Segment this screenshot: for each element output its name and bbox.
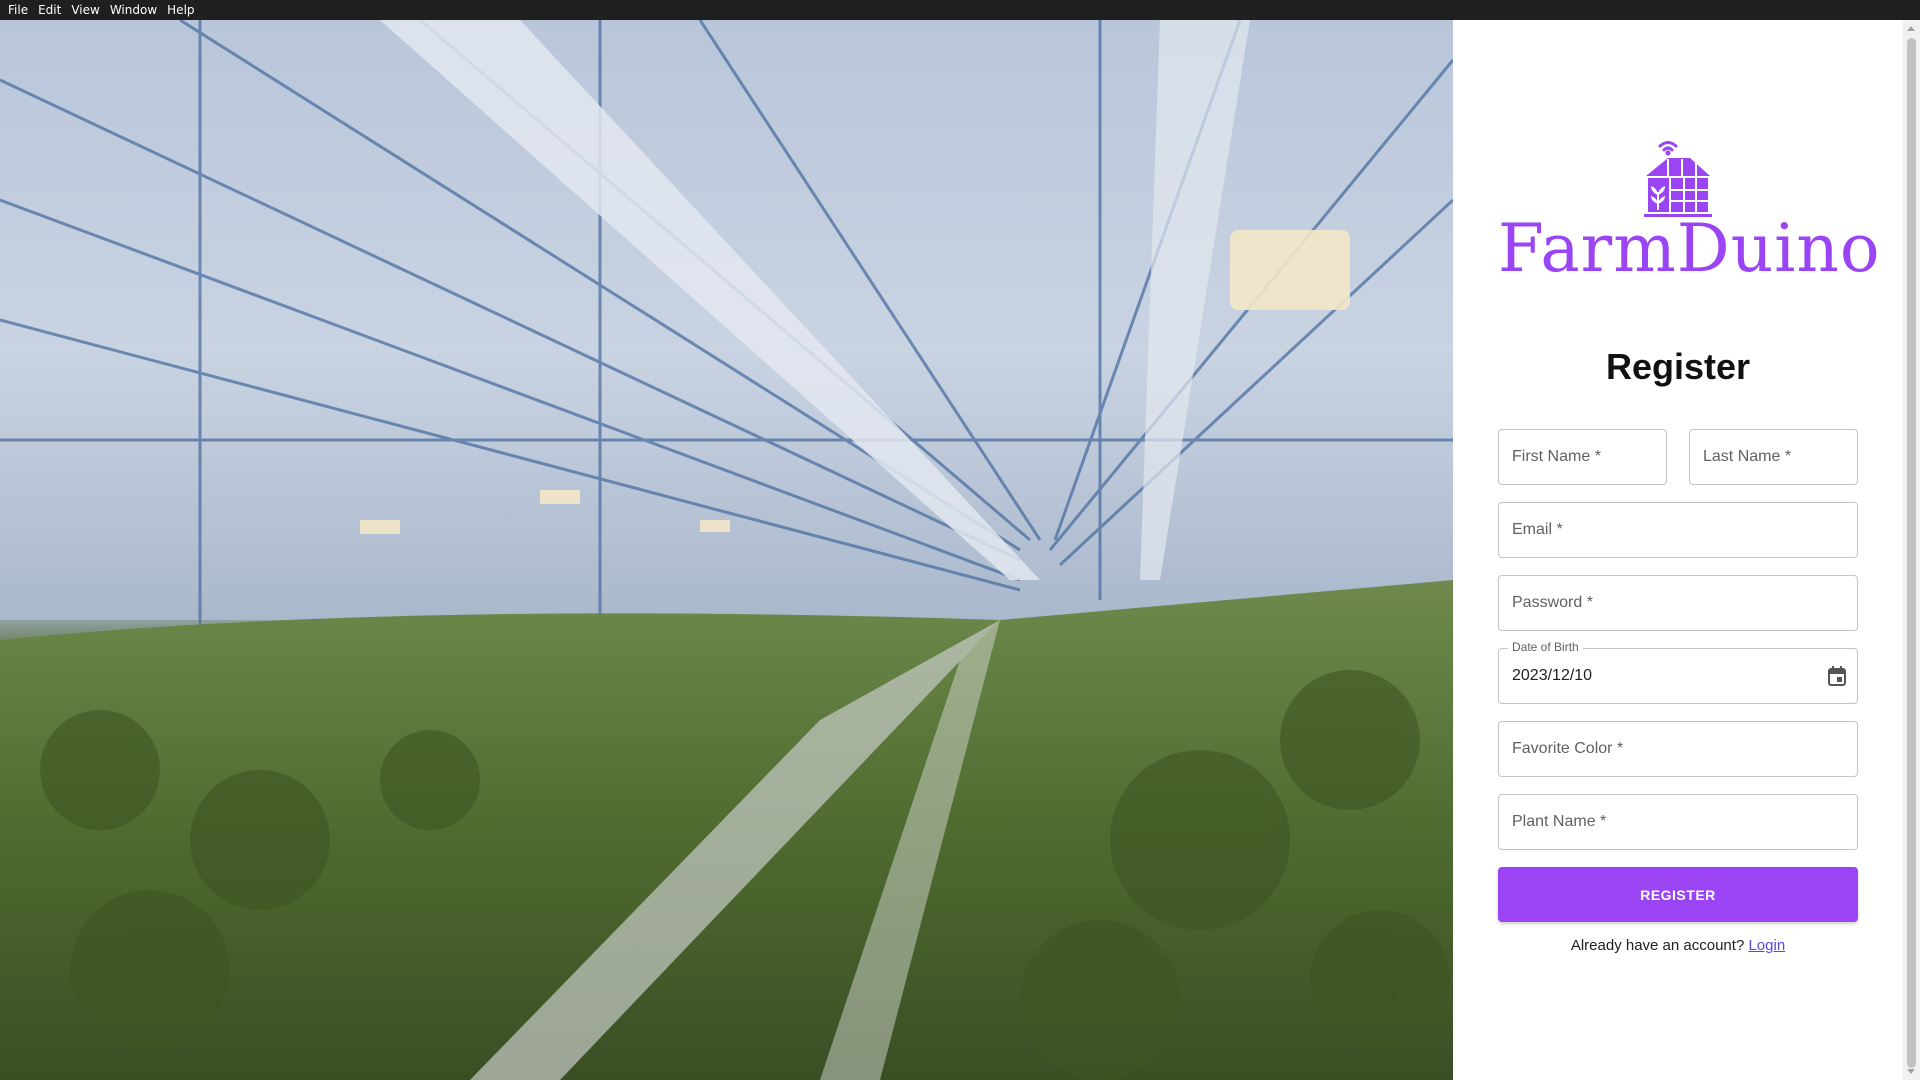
scroll-down-arrow-icon[interactable]: [1907, 1069, 1915, 1074]
required-mark: *: [1784, 448, 1792, 465]
plant-name-field[interactable]: Plant Name *: [1498, 794, 1858, 850]
scrollbar-thumb[interactable]: [1907, 38, 1916, 1068]
greenhouse-wifi-icon: [1644, 141, 1712, 217]
date-of-birth-label: Date of Birth: [1508, 640, 1583, 654]
favorite-color-placeholder: Favorite Color *: [1512, 740, 1623, 758]
brand-logo: FarmDuino: [1498, 140, 1881, 287]
menu-window[interactable]: Window: [108, 0, 165, 20]
plant-name-label: Plant Name: [1512, 813, 1596, 830]
first-name-label: First Name: [1512, 448, 1591, 465]
greenhouse-background-image: [0, 20, 1453, 1080]
password-field[interactable]: Password *: [1498, 575, 1858, 631]
register-button[interactable]: REGISTER: [1498, 867, 1858, 922]
required-mark: *: [1586, 594, 1593, 611]
favorite-color-field[interactable]: Favorite Color *: [1498, 721, 1858, 777]
login-prompt: Already have an account? Login: [1498, 937, 1858, 954]
scroll-up-arrow-icon[interactable]: [1907, 26, 1915, 31]
menu-file[interactable]: File: [6, 0, 36, 20]
calendar-icon[interactable]: [1827, 665, 1847, 692]
page-title: Register: [1605, 346, 1751, 387]
brand-name: FarmDuino: [1498, 210, 1881, 287]
login-link[interactable]: Login: [1748, 937, 1785, 954]
required-mark: *: [1556, 521, 1563, 538]
required-mark: *: [1600, 813, 1607, 830]
required-mark: *: [1616, 740, 1624, 757]
menu-view[interactable]: View: [69, 0, 107, 20]
first-name-field[interactable]: First Name *: [1498, 429, 1667, 485]
menu-help[interactable]: Help: [165, 0, 202, 20]
menu-bar: File Edit View Window Help: [0, 0, 1920, 20]
last-name-placeholder: Last Name *: [1703, 448, 1791, 466]
last-name-label: Last Name: [1703, 448, 1781, 465]
first-name-placeholder: First Name *: [1512, 448, 1601, 466]
password-placeholder: Password *: [1512, 594, 1593, 612]
login-prompt-text: Already have an account?: [1570, 937, 1745, 954]
scrollbar[interactable]: [1903, 20, 1920, 1080]
last-name-field[interactable]: Last Name *: [1689, 429, 1858, 485]
favorite-color-label: Favorite Color: [1512, 740, 1613, 757]
password-label: Password: [1512, 594, 1583, 611]
email-placeholder: Email *: [1512, 521, 1563, 539]
menu-edit[interactable]: Edit: [36, 0, 69, 20]
email-field[interactable]: Email *: [1498, 502, 1858, 558]
email-label: Email: [1512, 521, 1553, 538]
required-mark: *: [1594, 448, 1601, 465]
date-of-birth-value: 2023/12/10: [1512, 667, 1593, 684]
plant-name-placeholder: Plant Name *: [1512, 813, 1606, 831]
date-of-birth-field[interactable]: Date of Birth 2023/12/10: [1498, 640, 1858, 704]
